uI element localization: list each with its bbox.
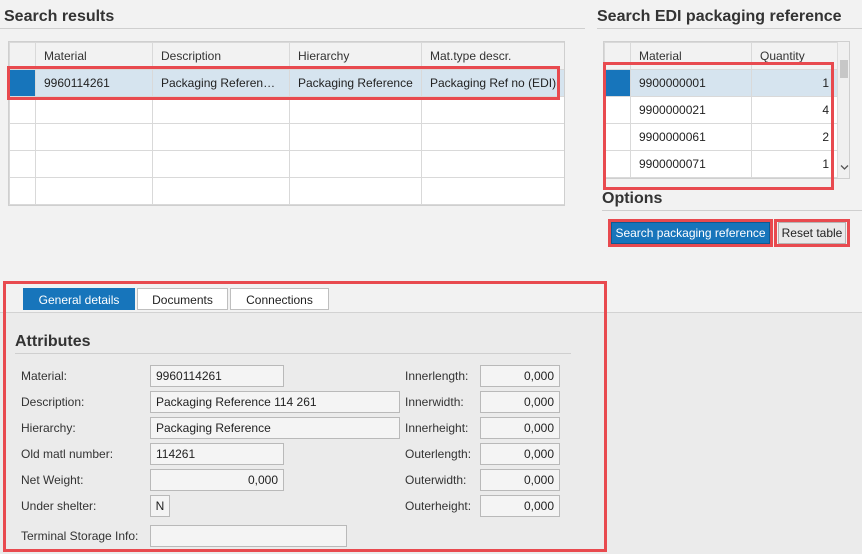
cell-hierarchy[interactable]	[289, 150, 422, 178]
edi-table-scrollbar[interactable]	[837, 42, 849, 178]
edi-search-title: Search EDI packaging reference	[597, 8, 842, 25]
highlight-box-search-button	[608, 219, 773, 247]
cell-description[interactable]	[152, 150, 290, 178]
cell-material[interactable]	[35, 177, 153, 205]
cell-mat-type-descr[interactable]	[421, 123, 564, 151]
table-row[interactable]	[9, 177, 564, 205]
cell-description[interactable]	[152, 177, 290, 205]
table-row[interactable]	[9, 150, 564, 178]
cell-mat-type-descr[interactable]	[421, 96, 564, 124]
options-title: Options	[602, 190, 663, 207]
cell-hierarchy[interactable]	[289, 96, 422, 124]
cell-mat-type-descr[interactable]	[421, 150, 564, 178]
highlight-box-selected-row	[7, 66, 560, 100]
cell-material[interactable]	[35, 150, 153, 178]
highlight-box-reset-button	[774, 219, 850, 247]
section-divider	[597, 28, 862, 29]
cell-mat-type-descr[interactable]	[421, 177, 564, 205]
cell-description[interactable]	[152, 96, 290, 124]
cell-material[interactable]	[35, 123, 153, 151]
scrollbar-thumb[interactable]	[840, 60, 848, 78]
row-selector[interactable]	[9, 96, 36, 124]
cell-hierarchy[interactable]	[289, 123, 422, 151]
scroll-down-arrow-icon[interactable]	[840, 164, 849, 171]
row-selector[interactable]	[9, 177, 36, 205]
row-selector[interactable]	[9, 150, 36, 178]
highlight-box-edi-rows	[603, 62, 834, 190]
cell-hierarchy[interactable]	[289, 177, 422, 205]
section-divider	[0, 28, 585, 29]
highlight-box-details-panel	[3, 281, 607, 552]
search-results-title: Search results	[4, 8, 115, 25]
table-row[interactable]	[9, 123, 564, 151]
section-divider	[602, 210, 862, 211]
cell-material[interactable]	[35, 96, 153, 124]
cell-description[interactable]	[152, 123, 290, 151]
table-row[interactable]	[9, 96, 564, 124]
row-selector[interactable]	[9, 123, 36, 151]
